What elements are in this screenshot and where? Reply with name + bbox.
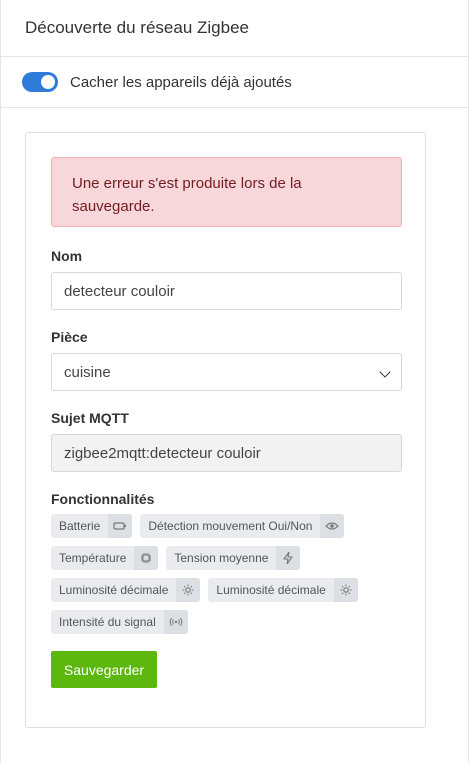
feature-chip: Intensité du signal (51, 610, 188, 634)
save-button[interactable]: Sauvegarder (51, 651, 157, 688)
room-select-value: cuisine (64, 363, 111, 381)
device-card: Une erreur s'est produite lors de la sau… (25, 132, 426, 728)
lightning-icon (276, 546, 301, 570)
features-label: Fonctionnalités (51, 491, 155, 507)
sun-icon (333, 578, 358, 602)
feature-label: Intensité du signal (59, 615, 156, 629)
switch-knob (41, 75, 55, 89)
signal-icon (163, 610, 188, 634)
feature-chip: Détection mouvement Oui/Non (140, 514, 345, 538)
hide-added-switch[interactable] (22, 72, 58, 92)
sun-icon (176, 578, 201, 602)
thermometer-chip-icon (134, 546, 159, 570)
panel-header: Découverte du réseau Zigbee (1, 0, 468, 57)
error-alert: Une erreur s'est produite lors de la sau… (51, 157, 402, 227)
feature-chip: Tension moyenne (166, 546, 301, 570)
room-label: Pièce (51, 329, 88, 345)
hide-added-toggle-row: Cacher les appareils déjà ajoutés (1, 57, 468, 108)
feature-chip: Luminosité décimale (208, 578, 358, 602)
page-title: Découverte du réseau Zigbee (25, 18, 249, 37)
mqtt-topic-value: zigbee2mqtt:detecteur couloir (64, 444, 261, 462)
hide-added-label[interactable]: Cacher les appareils déjà ajoutés (70, 74, 292, 91)
feature-label: Batterie (59, 519, 101, 533)
features-list: Batterie Détection mouvement Oui/Non Tem… (51, 514, 402, 642)
eye-icon (320, 514, 345, 538)
feature-label: Luminosité décimale (216, 583, 326, 597)
chevron-down-icon (379, 366, 391, 378)
name-label: Nom (51, 248, 83, 264)
feature-label: Détection mouvement Oui/Non (148, 519, 313, 533)
feature-chip: Luminosité décimale (51, 578, 201, 602)
name-input-value: detecteur couloir (64, 282, 175, 300)
feature-label: Tension moyenne (174, 551, 269, 565)
mqtt-topic-field: zigbee2mqtt:detecteur couloir (51, 434, 402, 472)
page: Découverte du réseau Zigbee Cacher les a… (0, 0, 469, 763)
feature-chip: Batterie (51, 514, 133, 538)
feature-label: Luminosité décimale (59, 583, 169, 597)
battery-icon (108, 514, 133, 538)
room-select[interactable]: cuisine (51, 353, 402, 391)
feature-label: Température (59, 551, 127, 565)
feature-chip: Température (51, 546, 159, 570)
name-input[interactable]: detecteur couloir (51, 272, 402, 310)
mqtt-label: Sujet MQTT (51, 410, 129, 426)
